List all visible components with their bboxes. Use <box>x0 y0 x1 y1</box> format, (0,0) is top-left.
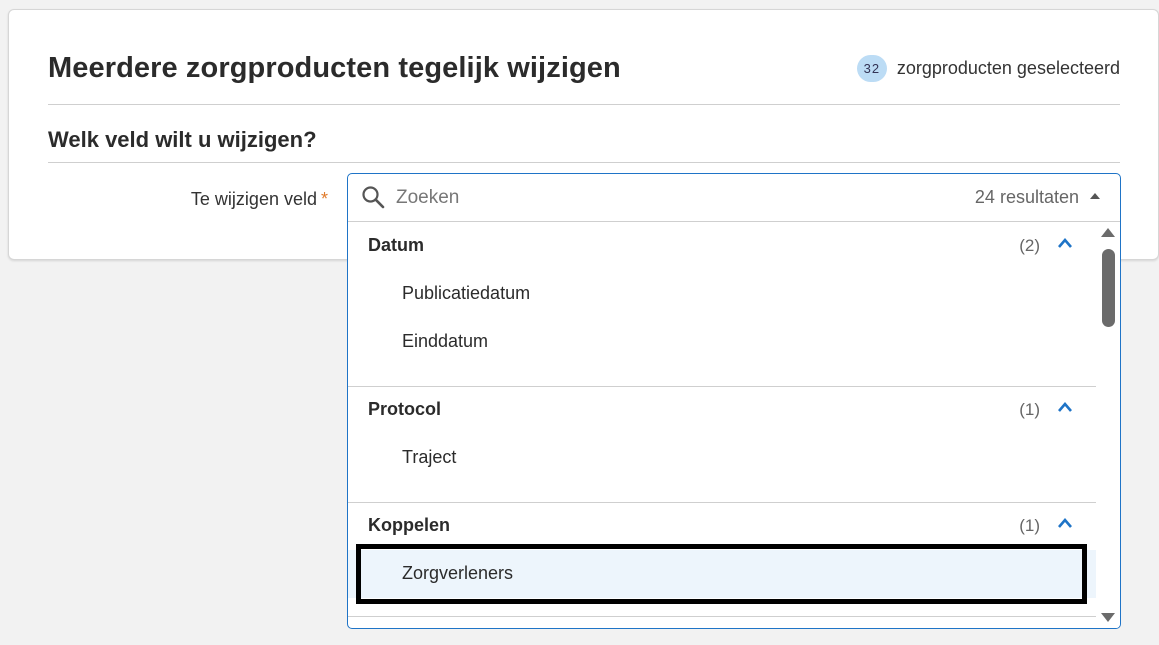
scroll-up-arrow-icon[interactable] <box>1101 228 1115 237</box>
page-title: Meerdere zorgproducten tegelijk wijzigen <box>48 52 621 84</box>
option-label: Traject <box>402 447 457 467</box>
caret-up-icon[interactable] <box>1090 193 1100 199</box>
field-label-text: Te wijzigen veld <box>190 189 317 209</box>
scroll-down-arrow-icon[interactable] <box>1101 613 1115 622</box>
option-label: Publicatiedatum <box>402 283 531 303</box>
option-zorgverleners[interactable]: Zorgverleners <box>348 550 1097 598</box>
search-icon <box>362 186 385 209</box>
option-label: Einddatum <box>402 331 489 351</box>
selection-summary: 32 zorgproducten geselecteerd <box>856 55 1120 82</box>
option-list: Datum (2) Publicatiedatum Einddatum Prot… <box>348 222 1097 628</box>
section-title: Welk veld wilt u wijzigen? <box>48 127 317 152</box>
search-input[interactable] <box>396 184 896 212</box>
group-count: (2) <box>1019 236 1040 255</box>
group-count: (1) <box>1019 400 1040 419</box>
group-name: Protocol <box>368 399 442 419</box>
chevron-up-icon[interactable] <box>1057 237 1073 249</box>
scroll-thumb[interactable] <box>1102 249 1115 327</box>
group-header-koppelen[interactable]: Koppelen (1) <box>348 502 1097 550</box>
divider <box>48 104 1120 105</box>
field-select-dropdown[interactable]: 24 resultaten Datum (2) Publicatiedatum … <box>347 173 1121 629</box>
group-count: (1) <box>1019 516 1040 535</box>
group-separator <box>348 616 1097 617</box>
selected-count-badge: 32 <box>856 55 887 82</box>
results-count: 24 resultaten <box>974 187 1079 207</box>
scrollbar[interactable] <box>1096 222 1120 628</box>
group-header-protocol[interactable]: Protocol (1) <box>348 386 1097 434</box>
chevron-up-icon[interactable] <box>1057 517 1073 529</box>
option-traject[interactable]: Traject <box>348 434 1097 482</box>
group-name: Koppelen <box>368 515 451 535</box>
selected-label: zorgproducten geselecteerd <box>896 58 1120 78</box>
divider <box>48 162 1120 163</box>
required-marker: * <box>320 189 328 209</box>
option-einddatum[interactable]: Einddatum <box>348 318 1097 366</box>
field-label: Te wijzigen veld * <box>191 189 328 210</box>
option-publicatiedatum[interactable]: Publicatiedatum <box>348 270 1097 318</box>
dropdown-search-row[interactable]: 24 resultaten <box>348 174 1120 222</box>
group-name: Datum <box>368 235 425 255</box>
chevron-up-icon[interactable] <box>1057 401 1073 413</box>
group-header-datum[interactable]: Datum (2) <box>348 222 1097 270</box>
option-label: Zorgverleners <box>402 563 514 583</box>
